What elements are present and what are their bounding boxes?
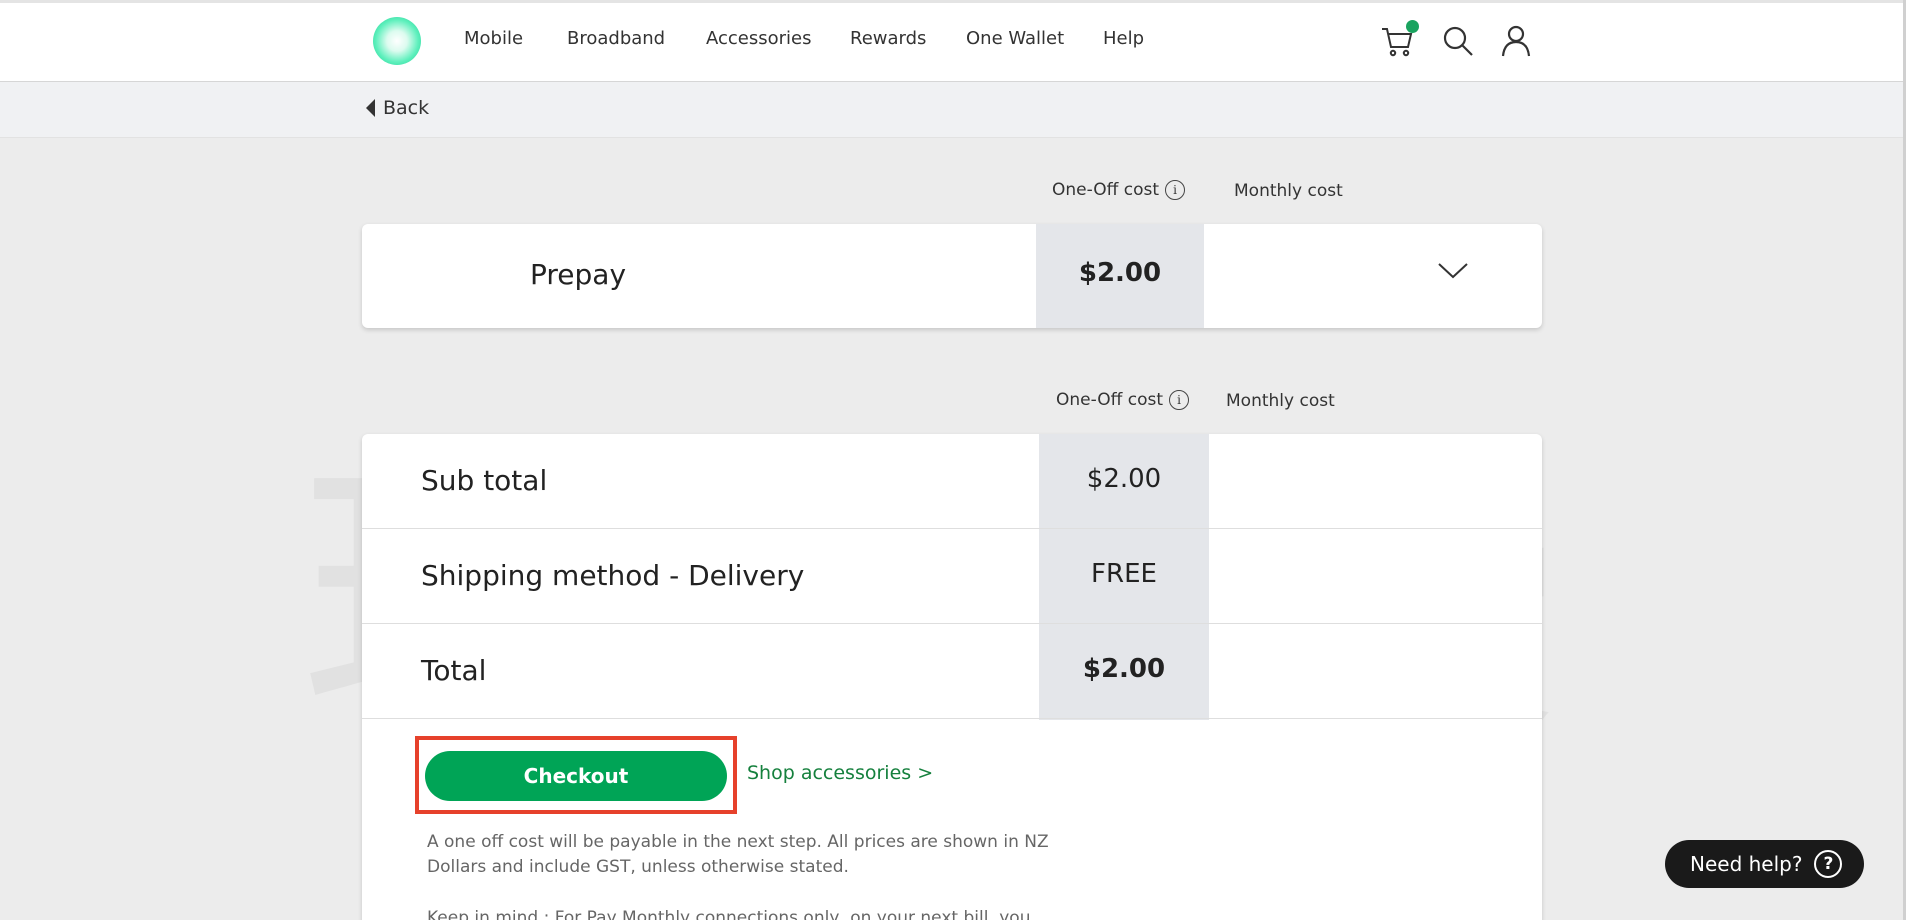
column-header-monthly: Monthly cost — [1234, 181, 1343, 201]
column-header-one-off: One-Off cost i — [1052, 180, 1185, 200]
one-off-cost-note: A one off cost will be payable in the ne… — [427, 832, 1049, 877]
plan-card: Prepay $2.00 — [362, 224, 1542, 328]
user-icon[interactable] — [1498, 23, 1534, 59]
one-off-label: One-Off cost — [1052, 180, 1159, 200]
nav-mobile[interactable]: Mobile — [464, 28, 523, 49]
row-label: Shipping method - Delivery — [421, 559, 805, 592]
nav-rewards[interactable]: Rewards — [850, 28, 926, 49]
row-label: Sub total — [421, 464, 548, 497]
shop-accessories-link[interactable]: Shop accessories > — [747, 762, 933, 784]
checkout-button[interactable]: Checkout — [425, 751, 727, 801]
row-value: FREE — [1091, 559, 1157, 589]
need-help-button[interactable]: Need help? ? — [1665, 840, 1864, 888]
cart-icon[interactable] — [1380, 20, 1419, 59]
order-summary-card: Sub total $2.00 Shipping method - Delive… — [362, 434, 1542, 920]
row-label: Total — [421, 654, 487, 687]
row-value: $2.00 — [1086, 464, 1162, 494]
chevron-down-icon[interactable] — [1436, 258, 1470, 282]
row-value: $2.00 — [1082, 654, 1166, 684]
need-help-label: Need help? — [1690, 852, 1803, 876]
back-bar: Back — [0, 82, 1906, 138]
back-arrow-icon — [366, 99, 375, 117]
back-label: Back — [383, 97, 430, 119]
plan-title: Prepay — [530, 258, 627, 291]
column-header-monthly-summary: Monthly cost — [1226, 391, 1335, 411]
plan-one-off-price: $2.00 — [1078, 258, 1162, 288]
nav-broadband[interactable]: Broadband — [567, 28, 665, 49]
question-icon: ? — [1814, 850, 1843, 878]
keep-in-mind-note: Keep in mind : For Pay Monthly connectio… — [427, 908, 1031, 920]
summary-row-shipping: Shipping method - Delivery FREE — [362, 529, 1542, 624]
brand-logo[interactable] — [373, 17, 421, 65]
nav-one-wallet[interactable]: One Wallet — [966, 28, 1064, 49]
info-icon[interactable]: i — [1165, 180, 1185, 200]
cart-badge — [1406, 20, 1419, 33]
nav-accessories[interactable]: Accessories — [706, 28, 812, 49]
info-icon[interactable]: i — [1169, 390, 1189, 410]
summary-row-total: Total $2.00 — [362, 624, 1542, 719]
one-off-label: One-Off cost — [1056, 390, 1163, 410]
search-icon[interactable] — [1440, 23, 1476, 59]
summary-row-subtotal: Sub total $2.00 — [362, 434, 1542, 529]
top-navigation: Mobile Broadband Accessories Rewards One… — [0, 0, 1906, 82]
monthly-label: Monthly cost — [1234, 181, 1343, 201]
back-link[interactable]: Back — [366, 97, 429, 119]
checkout-highlight: Checkout — [415, 736, 737, 814]
monthly-label: Monthly cost — [1226, 391, 1335, 411]
nav-help[interactable]: Help — [1103, 28, 1144, 49]
column-header-one-off-summary: One-Off cost i — [1056, 390, 1189, 410]
